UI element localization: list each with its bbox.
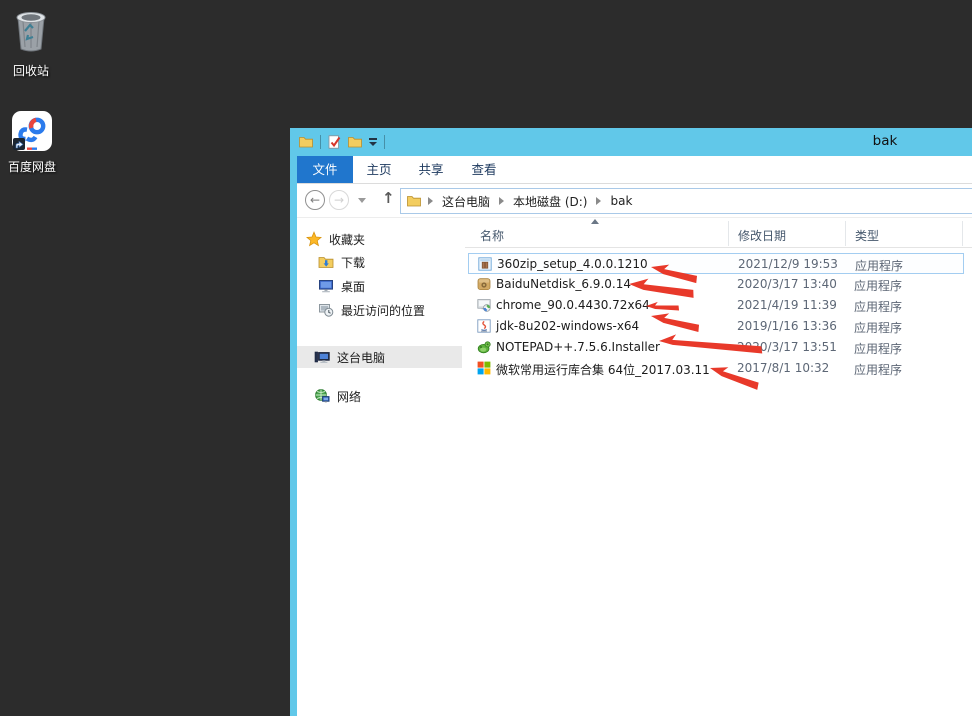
file-row[interactable]: 微软常用运行库合集 64位_2017.03.11 2017/8/1 10:32 应用… [468,358,964,379]
chrome-setup-icon [477,298,491,312]
sidebar-item-favorites[interactable]: 收藏夹 [297,228,462,250]
file-row[interactable]: jdk-8u202-windows-x64 2019/1/16 13:36 应用程序 [468,316,964,337]
file-type: 应用程序 [854,277,902,294]
address-bar-row: ← → ↑ 这台电脑本地磁盘 (D:) bak [290,184,972,218]
file-type: 应用程序 [854,319,902,336]
column-separator[interactable] [728,221,729,246]
toolbar-separator [384,135,385,149]
desktop-icon-recycle-bin[interactable]: 回收站 [0,7,63,79]
file-date-modified: 2021/12/9 19:53 [738,257,838,271]
toolbar-separator [320,135,321,149]
sidebar-item-downloads[interactable]: 下载 [297,251,462,273]
breadcrumb-separator-icon [499,197,504,205]
sidebar-item-label: 下载 [341,254,365,271]
breadcrumb-separator-icon [596,197,601,205]
file-date-modified: 2019/1/16 13:36 [737,319,837,333]
installer-360zip-icon [478,257,492,271]
baidunetdisk-file-icon [477,277,491,291]
column-header-type[interactable]: 类型 [855,227,879,244]
file-name: NOTEPAD++.7.5.6.Installer [496,340,660,354]
desktop-icon-label: 回收站 [0,62,63,79]
file-row[interactable]: chrome_90.0.4430.72x64 2021/4/19 11:39 应用程… [468,295,964,316]
ribbon-tab-view[interactable]: 查看 [458,156,510,183]
star-icon [306,231,322,247]
file-date-modified: 2020/3/17 13:51 [737,340,837,354]
file-row[interactable]: BaiduNetdisk_6.9.0.14 2020/3/17 13:40 应用程序 [468,274,964,295]
window-title: bak [845,133,925,149]
this-pc-icon [314,349,330,365]
breadcrumb-separator-icon [428,197,433,205]
file-name: 360zip_setup_4.0.0.1210 [497,257,648,271]
file-name: jdk-8u202-windows-x64 [496,319,639,333]
sidebar-item-label: 网络 [337,388,361,405]
folder-icon[interactable] [348,136,362,148]
recycle-bin-icon [11,7,51,55]
file-type: 应用程序 [855,257,903,274]
forward-button[interactable]: → [329,190,349,210]
notepadpp-icon [477,340,491,354]
file-date-modified: 2021/4/19 11:39 [737,298,837,312]
breadcrumb-item[interactable]: 这台电脑 [438,193,494,210]
file-row[interactable]: 360zip_setup_4.0.0.1210 2021/12/9 19:53 应用… [468,253,964,274]
sidebar-item-label: 桌面 [341,278,365,295]
file-name: 微软常用运行库合集 64位_2017.03.11 [496,361,710,378]
sidebar-item-network[interactable]: 网络 [297,385,462,407]
header-divider [465,247,972,248]
breadcrumb-item[interactable]: bak [606,194,636,208]
sidebar-item-label: 最近访问的位置 [341,302,425,319]
sidebar-item-this-pc[interactable]: 这台电脑 [297,346,462,368]
history-chevron-down-icon[interactable] [358,198,366,203]
file-name: BaiduNetdisk_6.9.0.14 [496,277,631,291]
file-date-modified: 2017/8/1 10:32 [737,361,829,375]
recent-places-icon [318,302,334,318]
jdk-installer-icon [477,319,491,333]
sort-ascending-icon [591,219,599,224]
window-titlebar[interactable]: bak [290,128,972,156]
explorer-window: bak 文件主页共享查看 ← → ↑ 这台电脑本地磁盘 (D:)bak 360z… [290,128,972,716]
shortcut-arrow-icon [13,138,25,150]
file-type: 应用程序 [854,361,902,378]
sidebar-item-desktop[interactable]: 桌面 [297,275,462,297]
network-icon [314,388,330,404]
sidebar-item-label: 收藏夹 [329,231,365,248]
download-folder-icon [318,254,334,270]
desktop-icon-baidu-netdisk[interactable]: 百度网盘 [0,111,64,175]
up-button[interactable]: ↑ [382,189,395,207]
sidebar-item-label: 这台电脑 [337,349,385,366]
ribbon-tab-bar: 文件主页共享查看 [290,156,972,184]
ribbon-tab-share[interactable]: 共享 [405,156,457,183]
back-button[interactable]: ← [305,190,325,210]
properties-check-icon[interactable] [328,135,341,149]
desktop-monitor-icon [318,278,334,294]
column-header-date-modified[interactable]: 修改日期 [738,227,786,244]
window-left-border [290,128,297,716]
file-row[interactable]: NOTEPAD++.7.5.6.Installer 2020/3/17 13:51… [468,337,964,358]
ribbon-tab-home[interactable]: 主页 [353,156,405,183]
folder-icon[interactable] [299,136,313,148]
file-date-modified: 2020/3/17 13:40 [737,277,837,291]
file-type: 应用程序 [854,298,902,315]
column-separator[interactable] [962,221,963,246]
sidebar-item-recent-places[interactable]: 最近访问的位置 [297,299,462,321]
folder-icon [407,195,421,207]
baidu-netdisk-icon [12,111,52,151]
breadcrumb-item[interactable]: 本地磁盘 (D:) [509,193,591,210]
column-separator[interactable] [845,221,846,246]
ms-runtime-icon [477,361,491,375]
column-header-name[interactable]: 名称 [480,227,504,244]
file-name: chrome_90.0.4430.72x64 [496,298,650,312]
desktop-icon-label: 百度网盘 [0,158,64,175]
breadcrumb[interactable]: 这台电脑本地磁盘 (D:) bak [400,188,972,214]
file-type: 应用程序 [854,340,902,357]
ribbon-tab-file[interactable]: 文件 [297,156,353,183]
toolbar-customize-icon[interactable] [369,138,377,146]
quick-access-toolbar [299,133,385,151]
